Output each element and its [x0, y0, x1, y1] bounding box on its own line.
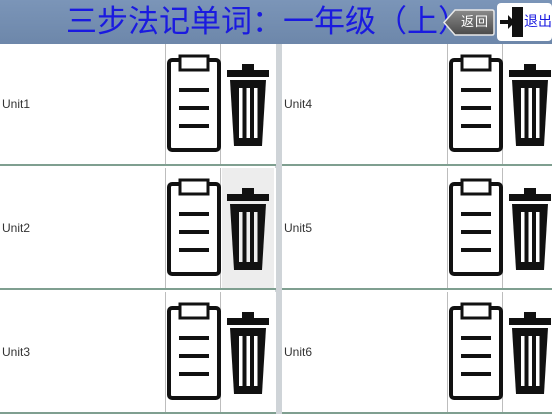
unit-row-1: Unit1 [0, 44, 276, 166]
back-button[interactable]: 返回 [443, 9, 495, 36]
delete-button[interactable] [504, 168, 552, 288]
delete-button[interactable] [504, 44, 552, 164]
notes-button[interactable] [165, 292, 221, 412]
unit-label[interactable]: Unit5 [284, 168, 434, 288]
clipboard-icon [167, 302, 221, 400]
clipboard-icon [167, 54, 221, 152]
notes-button[interactable] [165, 168, 221, 288]
unit-label[interactable]: Unit6 [284, 292, 434, 412]
trash-icon [227, 64, 269, 146]
notes-button[interactable] [165, 44, 221, 164]
unit-label[interactable]: Unit2 [2, 168, 152, 288]
trash-icon [227, 188, 269, 270]
trash-icon [509, 188, 551, 270]
clipboard-icon [449, 54, 503, 152]
title-bar: 三步法记单词：一年级（上） 返回 退出 [0, 0, 552, 44]
unit-row-2: Unit2 [0, 168, 276, 290]
unit-label[interactable]: Unit3 [2, 292, 152, 412]
exit-door-icon [500, 7, 523, 37]
exit-label: 退出 [524, 14, 552, 30]
page-title: 三步法记单词：一年级（上） [66, 4, 469, 40]
delete-button[interactable] [504, 292, 552, 412]
notes-button[interactable] [447, 44, 503, 164]
column-divider [275, 44, 282, 414]
delete-button[interactable] [222, 44, 274, 164]
notes-button[interactable] [447, 168, 503, 288]
trash-icon [509, 64, 551, 146]
clipboard-icon [449, 302, 503, 400]
clipboard-icon [167, 178, 221, 276]
trash-icon [509, 312, 551, 394]
exit-button[interactable]: 退出 [497, 3, 552, 41]
unit-row-6: Unit6 [282, 292, 552, 414]
delete-button[interactable] [222, 168, 274, 288]
unit-row-5: Unit5 [282, 168, 552, 290]
trash-icon [227, 312, 269, 394]
back-label: 返回 [460, 15, 489, 30]
notes-button[interactable] [447, 292, 503, 412]
unit-label[interactable]: Unit4 [284, 44, 434, 164]
delete-button[interactable] [222, 292, 274, 412]
clipboard-icon [449, 178, 503, 276]
unit-label[interactable]: Unit1 [2, 44, 152, 164]
unit-row-4: Unit4 [282, 44, 552, 166]
unit-row-3: Unit3 [0, 292, 276, 414]
